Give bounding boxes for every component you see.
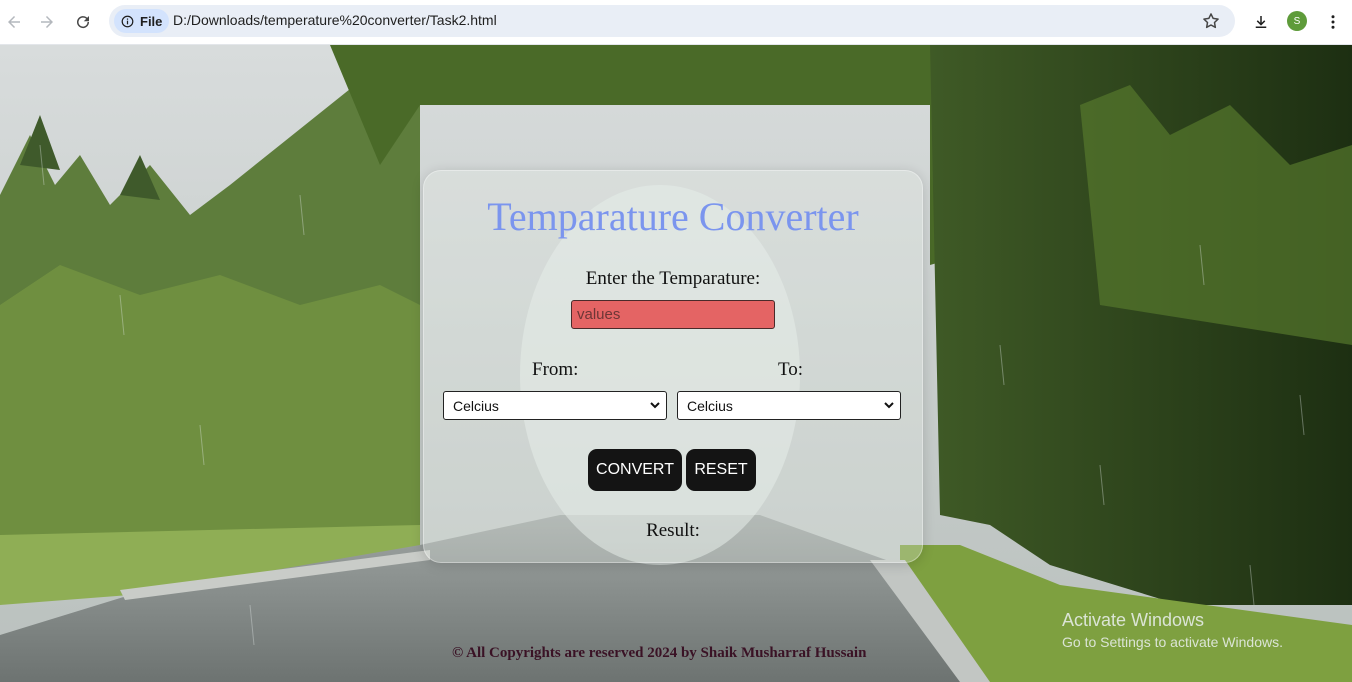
page-title: Temparature Converter bbox=[487, 194, 859, 239]
info-icon bbox=[121, 15, 134, 27]
address-bar[interactable]: File D:/Downloads/temperature%20converte… bbox=[109, 5, 1235, 37]
convert-button[interactable]: CONVERT bbox=[588, 449, 682, 491]
temperature-label: Enter the Temparature: bbox=[585, 268, 761, 289]
from-label: From: bbox=[532, 359, 579, 380]
reset-button[interactable]: RESET bbox=[686, 449, 756, 491]
browser-toolbar: File D:/Downloads/temperature%20converte… bbox=[0, 0, 1352, 45]
arrow-right-icon bbox=[41, 16, 53, 28]
temperature-input[interactable] bbox=[571, 300, 775, 329]
downloads-button[interactable] bbox=[1247, 8, 1275, 36]
forward-button[interactable] bbox=[33, 8, 61, 36]
url-text[interactable]: D:/Downloads/temperature%20converter/Tas… bbox=[173, 12, 497, 28]
site-info-chip[interactable]: File bbox=[114, 9, 169, 33]
page-viewport: Temparature Converter Enter the Temparat… bbox=[0, 45, 1352, 682]
watermark-title: Activate Windows bbox=[1062, 610, 1205, 630]
profile-avatar[interactable]: S bbox=[1287, 11, 1307, 31]
menu-button[interactable] bbox=[1319, 8, 1347, 36]
back-button[interactable] bbox=[0, 8, 28, 36]
bookmark-star-icon[interactable] bbox=[1201, 11, 1221, 31]
reload-icon bbox=[77, 16, 90, 29]
to-unit-value: Celcius bbox=[687, 397, 733, 414]
arrow-left-icon bbox=[8, 16, 20, 28]
result-label: Result: bbox=[646, 520, 700, 541]
download-icon bbox=[1255, 16, 1267, 28]
kebab-menu-icon bbox=[1331, 15, 1335, 29]
reload-button[interactable] bbox=[69, 8, 97, 36]
to-unit-select[interactable]: Celcius bbox=[677, 391, 901, 420]
copyright-footer: © All Copyrights are reserved 2024 by Sh… bbox=[452, 645, 867, 661]
site-chip-label: File bbox=[140, 13, 163, 29]
from-unit-value: Celcius bbox=[453, 397, 499, 414]
from-unit-select[interactable]: Celcius bbox=[443, 391, 667, 420]
chevron-down-icon bbox=[650, 402, 660, 409]
activate-windows-watermark: Activate Windows Go to Settings to activ… bbox=[1062, 610, 1283, 650]
watermark-subtitle: Go to Settings to activate Windows. bbox=[1062, 634, 1283, 650]
to-label: To: bbox=[778, 359, 804, 380]
converter-card: Temparature Converter Enter the Temparat… bbox=[423, 170, 923, 563]
chevron-down-icon bbox=[884, 402, 894, 409]
